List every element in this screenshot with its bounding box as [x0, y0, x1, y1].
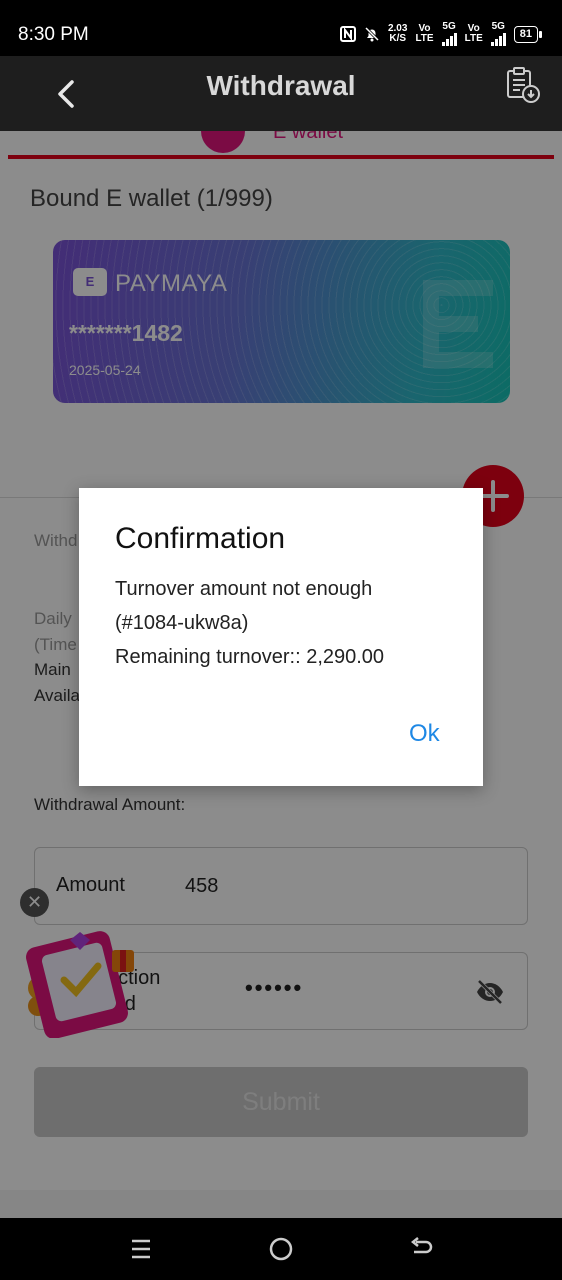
record-clipboard-icon	[507, 67, 540, 103]
net-speed-unit: K/S	[389, 33, 407, 44]
status-icons: 2.03 K/S Vo LTE 5G Vo LTE 5G 81	[339, 21, 543, 46]
ok-button[interactable]: Ok	[409, 720, 440, 748]
menu-icon	[132, 1239, 150, 1259]
sim1-net: 5G	[442, 21, 456, 32]
sim1-signal: 5G	[441, 21, 457, 46]
system-nav-bar	[0, 1218, 562, 1280]
system-back-button[interactable]	[408, 1236, 434, 1262]
back-icon	[410, 1237, 433, 1254]
dialog-title: Confirmation	[115, 522, 286, 555]
sim1-bottom: LTE	[415, 33, 434, 44]
net-speed: 2.03 K/S	[388, 24, 407, 44]
confirmation-dialog: Confirmation Turnover amount not enough …	[79, 488, 483, 786]
sim2-signal: 5G	[490, 21, 506, 46]
sim2-volte: Vo LTE	[465, 24, 483, 44]
nfc-icon	[339, 26, 356, 42]
signal-icon	[441, 32, 457, 46]
dialog-message-line3: Remaining turnover:: 2,290.00	[115, 646, 385, 668]
page-title: Withdrawal	[206, 70, 356, 101]
app-header: Withdrawal	[0, 56, 562, 131]
sim1-volte: Vo LTE	[415, 24, 433, 44]
dialog-message-line1: Turnover amount not enough	[115, 578, 373, 600]
bell-off-icon	[364, 26, 380, 42]
withdrawal-record-button[interactable]	[504, 66, 544, 106]
sim2-bottom: LTE	[464, 33, 483, 44]
home-button[interactable]	[268, 1236, 294, 1262]
dialog-message-line2: (#1084-ukw8a)	[115, 612, 249, 634]
recent-apps-button[interactable]	[128, 1236, 154, 1262]
status-bar: 8:30 PM 2.03 K/S Vo LTE 5G Vo LTE 5G 81	[0, 0, 562, 56]
sim2-net: 5G	[491, 21, 505, 32]
status-time: 8:30 PM	[18, 24, 89, 45]
home-circle-icon	[269, 1237, 293, 1261]
battery-icon: 81	[513, 25, 543, 43]
signal-icon	[490, 32, 506, 46]
